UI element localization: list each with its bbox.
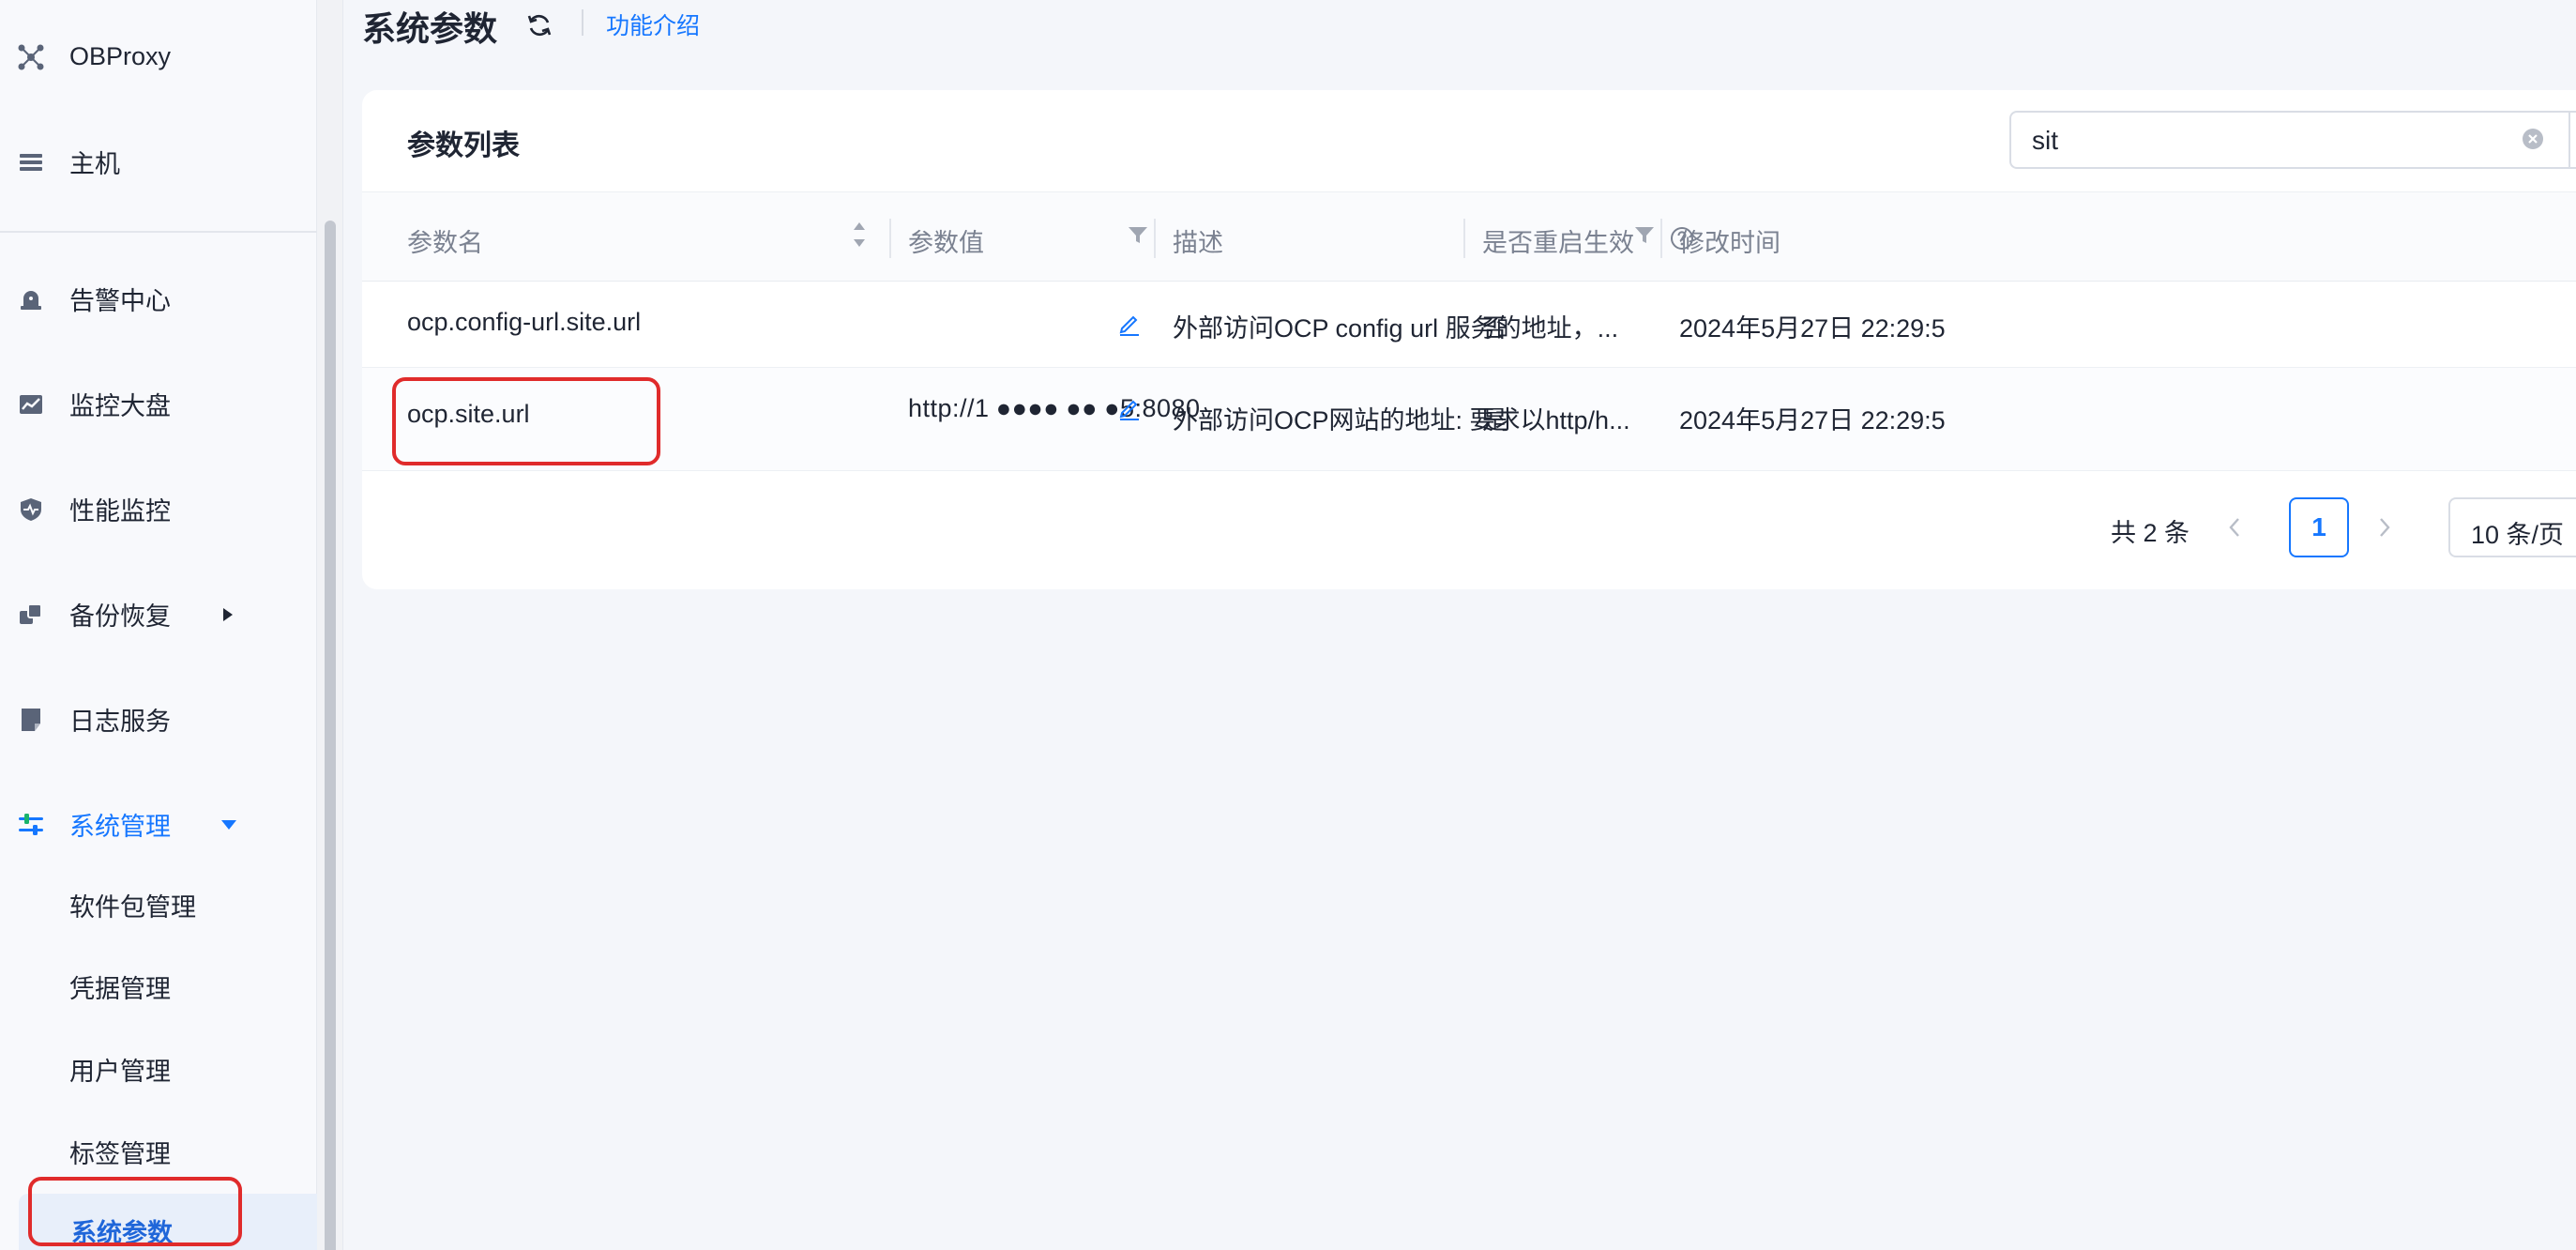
sidebar-item-backup-restore[interactable]: 备份恢复 [0,584,317,644]
sidebar-item-monitor-dashboard[interactable]: 监控大盘 [0,373,317,434]
sidebar-subitem-credential-management[interactable]: 凭据管理 [0,950,317,1015]
column-separator[interactable] [1463,219,1465,258]
title-separator [582,9,583,36]
sidebar-item-label: 监控大盘 [69,391,171,420]
param-name-cell: ocp.config-url.site.url [407,308,642,336]
restart-cell: 否 [1482,314,1508,343]
sidebar-subitem-tag-management[interactable]: 标签管理 [0,1115,317,1181]
column-separator[interactable] [1154,219,1156,258]
caret-right-icon [221,606,235,628]
sidebar-item-obproxy[interactable]: OBProxy [0,26,317,86]
refresh-icon[interactable] [525,11,553,44]
card-title: 参数列表 [407,130,520,161]
sidebar-item-label: 性能监控 [69,496,171,526]
sidebar-subitem-system-parameters[interactable]: 系统参数 [19,1194,317,1250]
host-list-icon [17,148,45,176]
restart-cell: 是 [1482,406,1508,434]
sort-icon[interactable] [852,219,867,255]
sidebar-item-host[interactable]: 主机 [0,131,317,191]
column-header-name[interactable]: 参数名 [407,222,483,259]
parameter-list-card: 参数列表 参数名 参数值 描述 是否重启生效 [362,90,2576,589]
sidebar-scrollbar-thumb[interactable] [325,221,336,1250]
system-settings-icon [17,811,45,839]
obproxy-icon [17,43,45,71]
filter-icon[interactable] [1128,224,1148,250]
search-input[interactable] [2032,124,2501,158]
table-header: 参数名 参数值 描述 是否重启生效 修改时间 [362,191,2576,282]
sidebar-subitem-package-management[interactable]: 软件包管理 [0,868,317,934]
monitor-chart-icon [17,390,45,419]
sidebar-item-label: 系统管理 [69,812,171,841]
pagination-total: 共 2 条 [2111,519,2190,547]
edit-icon[interactable] [1118,312,1141,341]
sidebar-item-label: 备份恢复 [69,602,171,631]
sidebar-subitem-label: 软件包管理 [69,893,196,922]
sidebar-subitem-label: 用户管理 [69,1058,171,1086]
column-header-restart: 是否重启生效 [1482,229,1634,257]
search-button-separator [2568,113,2570,167]
sidebar-item-system-management[interactable]: 系统管理 [0,794,317,854]
table-row: ocp.config-url.site.url 外部访问OCP config u… [362,282,2576,368]
sidebar-item-label: 日志服务 [69,707,171,736]
backup-icon [17,601,45,629]
sidebar: OBProxy 主机 告警中心 监控大盘 性能监控 备份恢复 日志服务 系统管理… [0,0,317,1250]
edit-icon[interactable] [1118,396,1141,425]
description-cell: 外部访问OCP config url 服务的地址，... [1173,314,1619,343]
param-name-cell: ocp.site.url [407,400,530,428]
column-separator[interactable] [889,219,891,258]
feature-intro-link[interactable]: 功能介绍 [606,8,700,41]
column-header-description: 描述 [1173,229,1223,257]
chevron-left-icon[interactable] [2227,516,2242,543]
column-header-value: 参数值 [908,229,984,257]
sidebar-subitem-label: 系统参数 [71,1219,173,1247]
caret-down-icon [220,818,238,836]
page-title: 系统参数 [362,9,498,48]
clear-icon[interactable] [2522,128,2544,155]
page-size-select[interactable]: 10 条/页 [2448,497,2576,557]
sidebar-item-log-service[interactable]: 日志服务 [0,689,317,749]
sidebar-item-label: 告警中心 [69,286,171,315]
pagination-page-current[interactable]: 1 [2289,497,2349,557]
sidebar-subitem-label: 标签管理 [69,1140,171,1168]
chevron-right-icon[interactable] [2377,516,2392,543]
column-header-modified-time: 修改时间 [1679,229,1780,257]
sidebar-subitem-user-management[interactable]: 用户管理 [0,1032,317,1098]
param-value-cell: http://1 ●●●● ●● ●5:8080 [908,394,1201,422]
sidebar-item-alarm-center[interactable]: 告警中心 [0,268,317,328]
sidebar-subitem-label: 凭据管理 [69,975,171,1003]
alarm-bell-icon [17,285,45,313]
sidebar-item-performance-monitor[interactable]: 性能监控 [0,479,317,539]
table-row: ocp.site.url http://1 ●●●● ●● ●5:8080 外部… [362,368,2576,471]
modified-time-cell: 2024年5月27日 22:29:5 [1679,406,1946,434]
sidebar-item-label: 主机 [69,149,120,178]
modified-time-cell: 2024年5月27日 22:29:5 [1679,314,1946,343]
log-icon [17,706,45,734]
filter-icon[interactable] [1634,224,1655,250]
column-separator[interactable] [1660,219,1662,258]
performance-shield-icon [17,495,45,524]
search-box[interactable] [2009,111,2576,169]
description-cell: 外部访问OCP网站的地址: 要求以http/h... [1173,406,1630,434]
sidebar-item-label: OBProxy [69,41,172,70]
sidebar-divider [0,231,317,233]
